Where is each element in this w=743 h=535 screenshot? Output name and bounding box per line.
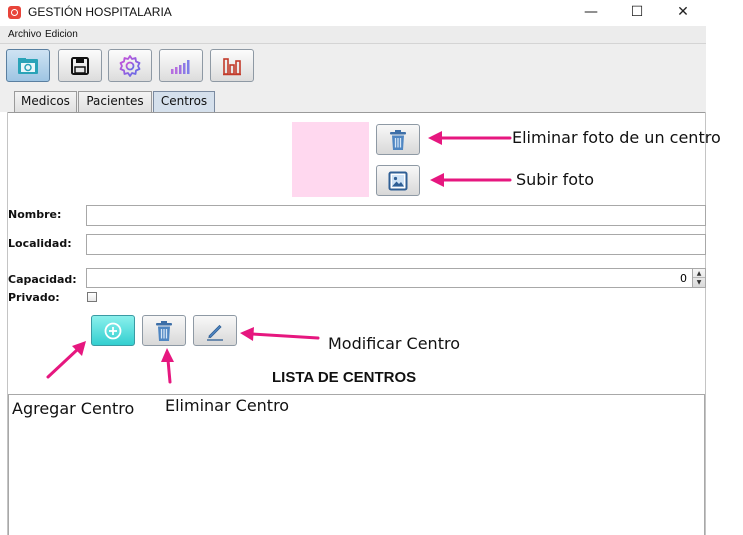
annotation-modificar: Modificar Centro xyxy=(328,334,460,353)
capacidad-spinner-buttons: ▲ ▼ xyxy=(692,268,706,288)
nombre-label: Nombre: xyxy=(8,208,62,221)
tab-strip: Medicos Pacientes Centros xyxy=(0,88,706,112)
trash-icon xyxy=(156,320,172,341)
arrow-eliminar xyxy=(166,358,172,384)
toolbar-save-button[interactable] xyxy=(58,49,102,82)
arrow-agregar xyxy=(46,347,80,379)
maximize-button[interactable]: ☐ xyxy=(614,0,660,26)
minimize-button[interactable]: — xyxy=(568,0,614,26)
annotation-eliminar-foto: Eliminar foto de un centro xyxy=(512,128,721,147)
toolbar xyxy=(0,44,706,88)
save-icon xyxy=(71,56,89,75)
capacidad-spinner-field[interactable]: 0 xyxy=(86,268,694,288)
toolbar-folder-button[interactable] xyxy=(6,49,50,82)
close-button[interactable]: ✕ xyxy=(660,0,706,26)
spinner-up-arrow-icon[interactable]: ▲ xyxy=(693,269,705,278)
privado-checkbox[interactable] xyxy=(87,292,97,302)
settings-gear-icon xyxy=(119,54,141,77)
annotation-agregar: Agregar Centro xyxy=(12,399,135,418)
photo-preview xyxy=(292,122,369,197)
window-title: GESTIÓN HOSPITALARIA xyxy=(28,5,172,19)
plus-circle-icon xyxy=(104,322,122,339)
edit-center-button[interactable] xyxy=(193,315,237,346)
localidad-field[interactable] xyxy=(86,234,706,255)
annotation-eliminar: Eliminar Centro xyxy=(165,396,290,415)
toolbar-bar-chart-button[interactable] xyxy=(159,49,203,82)
nombre-field[interactable] xyxy=(86,205,706,226)
column-chart-icon xyxy=(223,57,241,75)
upload-photo-button[interactable] xyxy=(376,165,420,196)
spinner-down-arrow-icon[interactable]: ▼ xyxy=(693,278,705,287)
menu-archivo[interactable]: Archivo xyxy=(8,29,41,40)
title-bar: GESTIÓN HOSPITALARIA — ☐ ✕ xyxy=(0,0,743,26)
delete-photo-button[interactable] xyxy=(376,124,420,155)
arrow-modificar xyxy=(250,332,320,340)
toolbar-settings-button[interactable] xyxy=(108,49,152,82)
capacidad-label: Capacidad: xyxy=(8,273,77,286)
add-center-button[interactable] xyxy=(91,315,135,346)
panel-border-right xyxy=(705,112,706,535)
app-logo-icon xyxy=(8,6,21,19)
pencil-icon xyxy=(207,324,223,341)
privado-label: Privado: xyxy=(8,291,60,304)
tab-centros[interactable]: Centros xyxy=(153,91,215,112)
annotation-subir-foto: Subir foto xyxy=(516,170,595,189)
tab-medicos[interactable]: Medicos xyxy=(14,91,77,112)
localidad-label: Localidad: xyxy=(8,237,72,250)
menu-bar: Archivo Edicion xyxy=(0,26,706,44)
list-title: LISTA DE CENTROS xyxy=(272,369,417,386)
toolbar-column-chart-button[interactable] xyxy=(210,49,254,82)
delete-center-button[interactable] xyxy=(142,315,186,346)
tab-pacientes[interactable]: Pacientes xyxy=(78,91,152,112)
menu-edicion[interactable]: Edicion xyxy=(45,29,78,40)
image-icon xyxy=(388,171,408,190)
panel-border xyxy=(7,112,706,113)
trash-icon xyxy=(390,129,406,150)
folder-icon xyxy=(18,57,38,74)
bar-chart-icon xyxy=(171,59,190,74)
